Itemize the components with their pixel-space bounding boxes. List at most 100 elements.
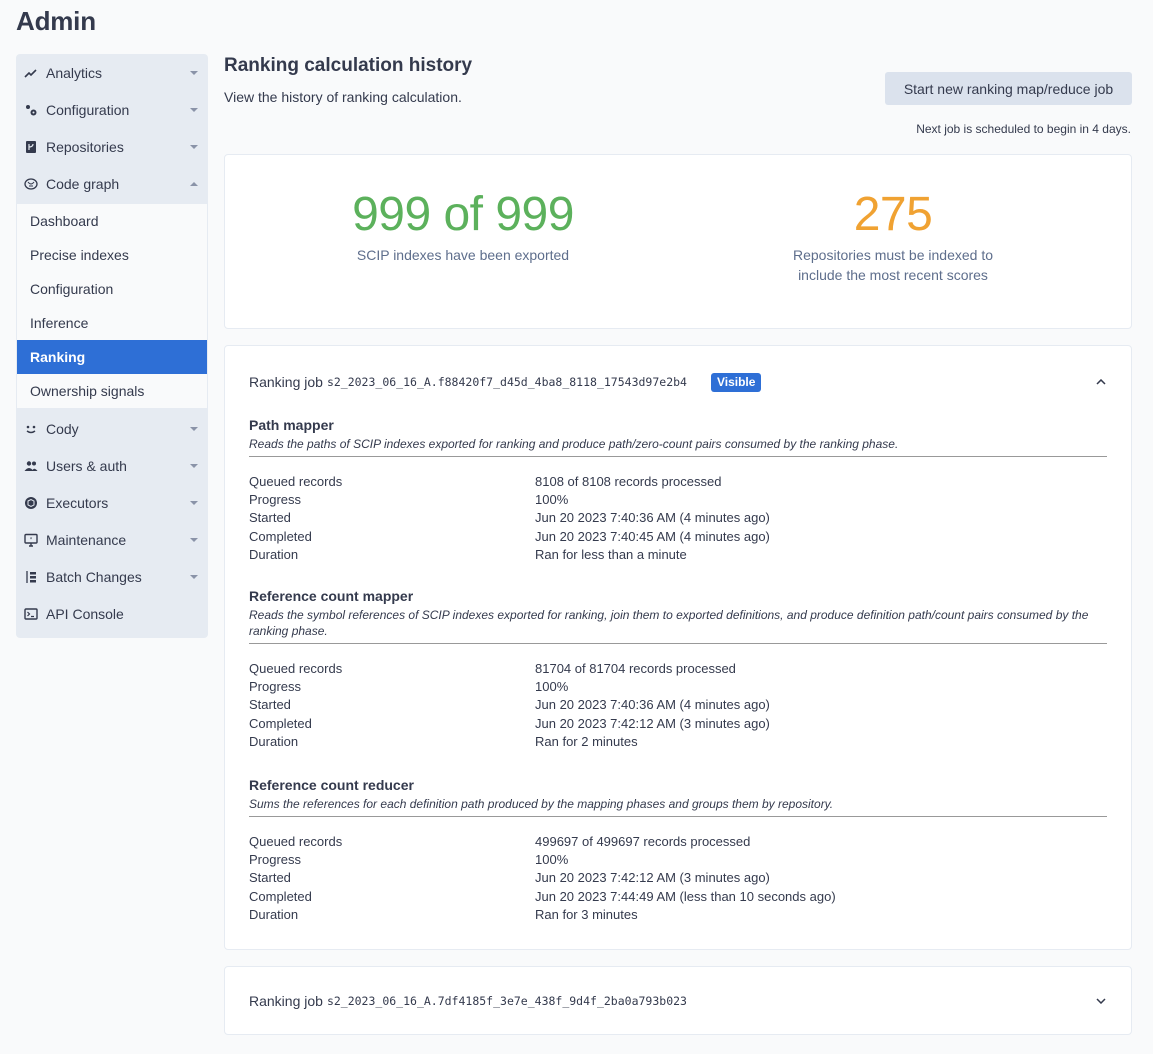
- repos-to-index-label-line2: include the most recent scores: [798, 267, 988, 283]
- row-value: Jun 20 2023 7:40:36 AM (4 minutes ago): [535, 510, 770, 526]
- phase-row: Completed Jun 20 2023 7:40:45 AM (4 minut…: [249, 528, 1107, 546]
- sidebar-item-label: API Console: [46, 605, 124, 622]
- row-value: Ran for less than a minute: [535, 546, 687, 562]
- row-key: Started: [249, 870, 291, 886]
- row-value: 100%: [535, 679, 569, 695]
- ranking-job-header[interactable]: Ranking job s2_2023_06_16_A.7df4185f_3e7…: [249, 992, 1107, 1010]
- phase-title: Reference count reducer: [249, 777, 414, 793]
- chevron-down-icon[interactable]: [1095, 995, 1107, 1007]
- phase-path-mapper: Path mapper Reads the paths of SCIP inde…: [249, 416, 1107, 564]
- cube-icon: [24, 496, 38, 510]
- sidebar-group-batch-changes[interactable]: Batch Changes: [16, 558, 208, 595]
- phase-row: Started Jun 20 2023 7:40:36 AM (4 minutes…: [249, 696, 1107, 714]
- sidebar-item-api-console[interactable]: API Console: [16, 595, 208, 632]
- batch-changes-icon: [24, 570, 38, 584]
- sidebar-group-label: Cody: [46, 420, 79, 437]
- phase-row: Duration Ran for less than a minute: [249, 546, 1107, 564]
- visible-badge: Visible: [710, 372, 762, 392]
- ranking-job-card-collapsed: Ranking job s2_2023_06_16_A.7df4185f_3e7…: [224, 966, 1132, 1035]
- next-job-schedule-text: Next job is scheduled to begin in 4 days…: [916, 122, 1131, 136]
- sidebar-item-inference[interactable]: Inference: [17, 306, 207, 340]
- phase-description: Reads the symbol references of SCIP inde…: [249, 607, 1107, 644]
- row-key: Queued records: [249, 834, 343, 849]
- chevron-up-icon: [190, 181, 198, 186]
- ranking-job-label: Ranking job: [249, 374, 323, 390]
- row-value: 100%: [535, 852, 569, 868]
- phase-row: Duration Ran for 3 minutes: [249, 906, 1107, 924]
- phase-reference-count-mapper: Reference count mapper Reads the symbol …: [249, 587, 1107, 751]
- repos-to-index-stat: 275 Repositories must be indexed to incl…: [713, 187, 1073, 285]
- row-key: Started: [249, 510, 291, 526]
- exported-indexes-stat: 999 of 999 SCIP indexes have been export…: [283, 187, 643, 265]
- chevron-down-icon: [190, 463, 198, 468]
- sidebar-item-precise-indexes[interactable]: Precise indexes: [17, 238, 207, 272]
- phase-row: Queued records 81704 of 81704 records pro…: [249, 660, 1107, 678]
- sidebar-group-code-graph[interactable]: Code graph: [16, 165, 208, 202]
- row-key: Duration: [249, 733, 299, 749]
- ranking-job-id: s2_2023_06_16_A.7df4185f_3e7e_438f_9d4f_…: [326, 994, 687, 1008]
- row-key: Completed: [249, 715, 312, 731]
- row-value: 8108 of 8108 records processed: [535, 474, 722, 489]
- ranking-summary-card: 999 of 999 SCIP indexes have been export…: [224, 154, 1132, 329]
- row-key: Progress: [249, 492, 302, 508]
- sidebar-group-executors[interactable]: Executors: [16, 484, 208, 521]
- phase-description: Reads the paths of SCIP indexes exported…: [249, 436, 1107, 457]
- cog-icon: [24, 103, 38, 117]
- sidebar-group-label: Analytics: [46, 64, 103, 81]
- chevron-down-icon: [190, 107, 198, 112]
- row-value: Jun 20 2023 7:42:12 AM (3 minutes ago): [535, 870, 770, 886]
- row-value: Ran for 2 minutes: [535, 733, 638, 749]
- source-repository-icon: [24, 140, 38, 154]
- row-value: Jun 20 2023 7:40:36 AM (4 minutes ago): [535, 697, 770, 713]
- chevron-up-icon[interactable]: [1095, 376, 1107, 388]
- brain-icon: [24, 177, 38, 191]
- sidebar-group-users-auth[interactable]: Users & auth: [16, 447, 208, 484]
- sidebar-item-ownership-signals[interactable]: Ownership signals: [17, 374, 207, 408]
- phase-row: Queued records 499697 of 499697 records p…: [249, 833, 1107, 851]
- phase-description: Sums the references for each definition …: [249, 796, 1107, 817]
- exported-indexes-label: SCIP indexes have been exported: [356, 247, 570, 263]
- admin-title: Admin: [16, 6, 96, 36]
- row-key: Started: [249, 697, 291, 713]
- repos-to-index-value: 275: [853, 188, 933, 241]
- sidebar-group-repositories[interactable]: Repositories: [16, 128, 208, 165]
- phase-row: Queued records 8108 of 8108 records proce…: [249, 473, 1107, 491]
- phase-row: Started Jun 20 2023 7:42:12 AM (3 minutes…: [249, 869, 1107, 887]
- phase-title: Path mapper: [249, 417, 334, 433]
- chevron-down-icon: [190, 537, 198, 542]
- sidebar-item-dashboard[interactable]: Dashboard: [17, 204, 207, 238]
- chevron-down-icon: [190, 574, 198, 579]
- row-key: Queued records: [249, 474, 343, 489]
- row-key: Completed: [249, 528, 312, 544]
- code-graph-subnav: Dashboard Precise indexes Configuration …: [16, 204, 208, 408]
- chart-line-icon: [24, 66, 38, 80]
- phase-row: Progress 100%: [249, 678, 1107, 696]
- ranking-job-header[interactable]: Ranking job s2_2023_06_16_A.f88420f7_d45…: [249, 372, 1107, 392]
- sidebar-group-label: Executors: [46, 494, 109, 511]
- row-key: Duration: [249, 546, 299, 562]
- row-value: Jun 20 2023 7:42:12 AM (3 minutes ago): [535, 715, 770, 731]
- phase-row: Completed Jun 20 2023 7:44:49 AM (less th…: [249, 888, 1107, 906]
- account-multiple-icon: [24, 459, 38, 473]
- sidebar-group-label: Maintenance: [46, 531, 127, 548]
- row-key: Progress: [249, 852, 302, 868]
- sidebar-item-configuration[interactable]: Configuration: [17, 272, 207, 306]
- sidebar-group-cody[interactable]: Cody: [16, 410, 208, 447]
- page-subtitle: View the history of ranking calculation.: [224, 89, 462, 105]
- ranking-job-card: Ranking job s2_2023_06_16_A.f88420f7_d45…: [224, 345, 1132, 950]
- start-ranking-job-button[interactable]: Start new ranking map/reduce job: [885, 72, 1132, 105]
- chevron-down-icon: [190, 70, 198, 75]
- phase-row: Progress 100%: [249, 491, 1107, 509]
- sidebar-group-analytics[interactable]: Analytics: [16, 54, 208, 91]
- repos-to-index-label: Repositories must be indexed to include …: [713, 245, 1073, 285]
- sidebar-group-maintenance[interactable]: * Maintenance: [16, 521, 208, 558]
- sidebar-item-ranking[interactable]: Ranking: [17, 340, 207, 374]
- row-value: 499697 of 499697 records processed: [535, 834, 751, 849]
- phase-row: Progress 100%: [249, 851, 1107, 869]
- row-value: 81704 of 81704 records processed: [535, 661, 736, 676]
- row-key: Duration: [249, 906, 299, 922]
- sidebar-group-configuration[interactable]: Configuration: [16, 91, 208, 128]
- ranking-job-id: s2_2023_06_16_A.f88420f7_d45d_4ba8_8118_…: [326, 375, 687, 389]
- row-value: Ran for 3 minutes: [535, 906, 638, 922]
- exported-indexes-value: 999 of 999: [352, 188, 574, 241]
